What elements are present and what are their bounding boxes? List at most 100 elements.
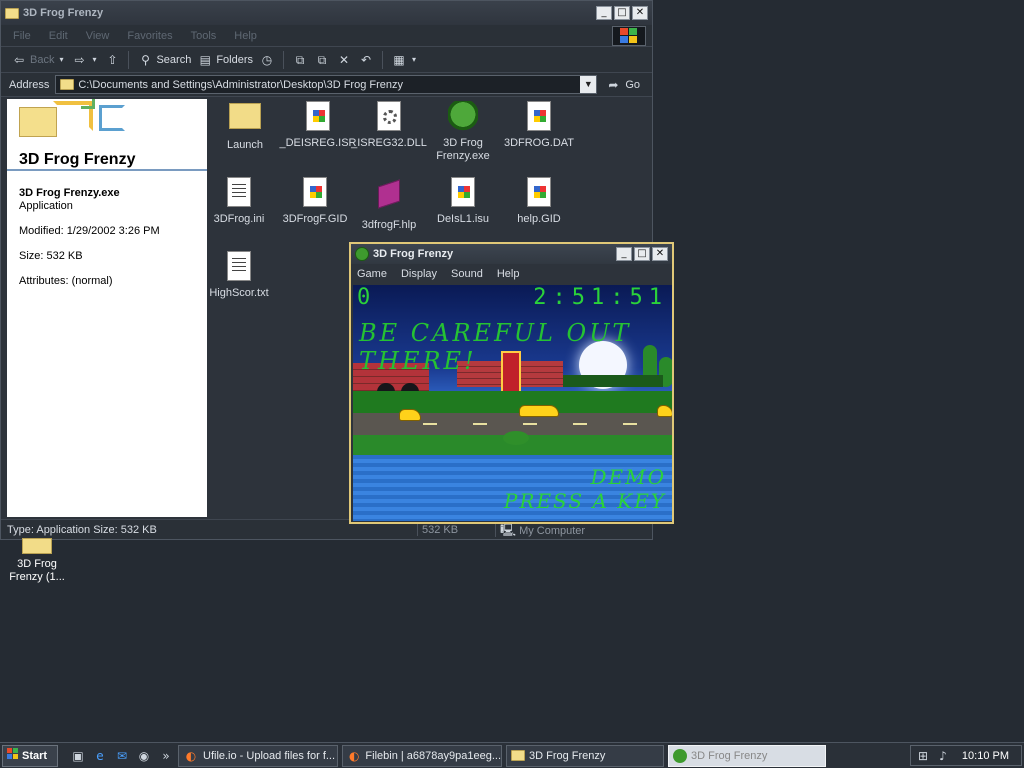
file-item[interactable]: 3DFrog.ini — [201, 177, 277, 226]
address-dropdown-icon[interactable]: ▼ — [580, 76, 597, 93]
copy-to-icon: ⧉ — [317, 52, 327, 67]
banner-decoration — [99, 105, 125, 131]
text-file-icon — [223, 251, 255, 283]
minimize-button[interactable]: _ — [616, 247, 632, 261]
taskbar-item-active[interactable]: 3D Frog Frenzy — [668, 744, 826, 767]
file-item[interactable]: _ISREG32.DLL — [351, 101, 427, 150]
firefox-icon: ◐ — [348, 748, 360, 763]
windows-logo-icon — [612, 26, 646, 46]
file-attributes: Attributes: (normal) — [19, 275, 113, 287]
file-item[interactable]: DeIsL1.isu — [425, 177, 501, 226]
undo-button[interactable]: ↶ — [358, 53, 374, 67]
show-desktop-icon[interactable]: ▣ — [70, 749, 86, 763]
ini-file-icon — [223, 177, 255, 209]
firefox-icon: ◐ — [185, 748, 197, 763]
up-folder-button[interactable]: ⇧ — [104, 53, 120, 67]
selected-file-name: 3D Frog Frenzy.exe — [19, 187, 120, 199]
status-zone: 🖳 My Computer — [495, 522, 585, 537]
move-to-button[interactable]: ⧉ — [292, 53, 308, 67]
yellow-car — [657, 405, 672, 417]
frog-app-icon — [447, 101, 479, 133]
file-item[interactable]: Launch — [207, 101, 283, 152]
maximize-button[interactable]: □ — [614, 6, 630, 20]
game-viewport[interactable]: 0 2:51:51 BE CAREFUL OUT THERE! DEMO PRE… — [353, 285, 672, 521]
file-item[interactable]: help.GID — [501, 177, 577, 226]
chevron-down-icon: ▾ — [92, 54, 97, 64]
outlook-express-icon[interactable]: ✉ — [114, 749, 130, 763]
yellow-car — [399, 409, 421, 421]
score-display: 0 — [357, 285, 373, 310]
undo-icon: ↶ — [360, 52, 372, 67]
media-player-icon[interactable]: ◉ — [136, 749, 152, 763]
system-tray: ⊞ ♪ 10:10 PM — [910, 745, 1022, 766]
taskbar-item[interactable]: 3D Frog Frenzy — [506, 744, 664, 767]
explorer-menubar: File Edit View Favorites Tools Help — [1, 25, 652, 47]
modified-date: Modified: 1/29/2002 3:26 PM — [19, 225, 160, 237]
copy-to-button[interactable]: ⧉ — [314, 53, 330, 67]
selected-file-type: Application — [19, 200, 73, 212]
more-chevron-icon[interactable]: » — [158, 749, 174, 763]
delete-button[interactable]: ✕ — [336, 53, 352, 67]
file-details: 3D Frog Frenzy.exe Application Modified:… — [7, 171, 207, 288]
menu-file[interactable]: File — [13, 30, 31, 42]
close-button[interactable]: ✕ — [632, 6, 648, 20]
network-icon[interactable]: ⊞ — [915, 749, 931, 763]
minimize-button[interactable]: _ — [596, 6, 612, 20]
menu-view[interactable]: View — [86, 30, 110, 42]
folder-icon — [229, 103, 261, 135]
file-item[interactable]: 3DFROG.DAT — [501, 101, 577, 150]
large-folder-icon — [19, 107, 57, 137]
back-button[interactable]: ⇦ Back ▾ — [11, 53, 65, 67]
demo-label: DEMO — [590, 465, 666, 489]
search-button[interactable]: ⚲ Search — [137, 53, 191, 67]
volume-icon[interactable]: ♪ — [935, 749, 951, 763]
menu-help[interactable]: Help — [497, 268, 520, 280]
banner-decoration — [81, 99, 95, 109]
folders-button[interactable]: ▤ Folders — [197, 53, 253, 67]
file-item[interactable]: 3dfrogF.hlp — [351, 177, 427, 232]
forward-button[interactable]: ⇨ ▾ — [71, 53, 98, 67]
hedge — [563, 375, 663, 387]
maximize-button[interactable]: □ — [634, 247, 650, 261]
file-item[interactable]: HighScor.txt — [201, 251, 277, 300]
internet-explorer-icon[interactable]: e — [92, 749, 108, 763]
windows-file-icon — [523, 177, 555, 209]
menu-edit[interactable]: Edit — [49, 30, 68, 42]
folders-icon: ▤ — [199, 52, 211, 67]
desktop-icon-folder[interactable]: 3D Frog Frenzy (1... — [2, 536, 72, 584]
file-item[interactable]: 3DFrogF.GID — [277, 177, 353, 226]
menu-game[interactable]: Game — [357, 268, 387, 280]
file-item-selected[interactable]: 3D Frog Frenzy.exe — [425, 101, 501, 163]
menu-display[interactable]: Display — [401, 268, 437, 280]
address-input[interactable]: C:\Documents and Settings\Administrator\… — [55, 75, 598, 94]
taskbar-item[interactable]: ◐ Ufile.io - Upload files for f... — [178, 744, 338, 767]
explorer-titlebar[interactable]: 3D Frog Frenzy _ □ ✕ — [1, 1, 652, 25]
toolbar-divider — [283, 50, 285, 69]
menu-favorites[interactable]: Favorites — [127, 30, 172, 42]
go-button[interactable]: ➦ Go — [605, 78, 640, 92]
explorer-toolbar: ⇦ Back ▾ ⇨ ▾ ⇧ ⚲ Search ▤ Folders ◷ ⧉ ⧉ … — [1, 47, 652, 73]
file-item[interactable]: _DEISREG.ISR — [277, 101, 359, 150]
menu-tools[interactable]: Tools — [191, 30, 217, 42]
taskbar-item[interactable]: ◐ Filebin | a6878ay9pa1eeg... — [342, 744, 502, 767]
pane-banner: 3D Frog Frenzy — [7, 99, 207, 171]
clock[interactable]: 10:10 PM — [962, 750, 1009, 762]
folder-icon — [22, 538, 52, 554]
start-button[interactable]: Start — [2, 744, 58, 767]
close-button[interactable]: ✕ — [652, 247, 668, 261]
folder-icon — [60, 79, 75, 90]
windows-file-icon — [523, 101, 555, 133]
frog-app-icon — [355, 247, 369, 261]
game-titlebar[interactable]: 3D Frog Frenzy _ □ ✕ — [351, 244, 672, 264]
toolbar-divider — [128, 50, 130, 69]
press-key-label: PRESS A KEY — [503, 489, 666, 513]
menu-sound[interactable]: Sound — [451, 268, 483, 280]
back-arrow-icon: ⇦ — [13, 52, 25, 67]
game-title: 3D Frog Frenzy — [373, 248, 454, 260]
views-button[interactable]: ▦ ▾ — [391, 53, 418, 67]
history-button[interactable]: ◷ — [259, 53, 275, 67]
game-message: BE CAREFUL OUT THERE! — [359, 319, 632, 375]
folder-icon — [5, 7, 19, 19]
menu-help[interactable]: Help — [234, 30, 257, 42]
computer-icon: 🖳 — [500, 522, 517, 537]
